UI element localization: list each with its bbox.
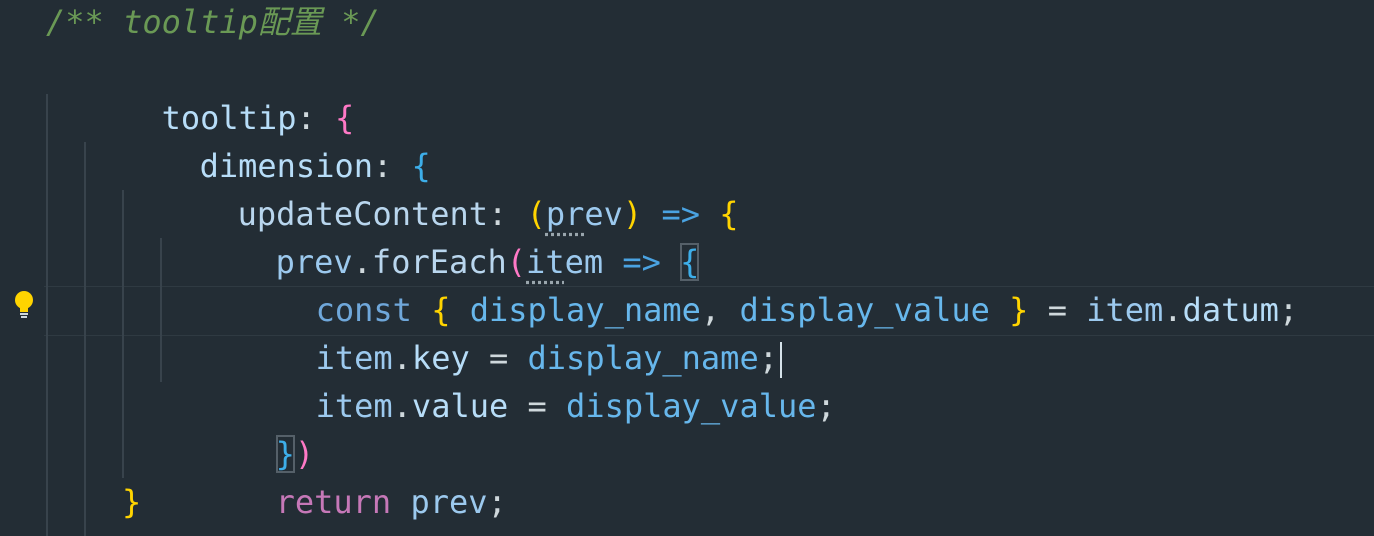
code-line-3[interactable]: dimension: { [0,94,1374,185]
code-line-8[interactable]: item.value = display_value; [0,334,1374,425]
code-text: const { display_name, display_value } = … [315,291,1299,329]
comment-text: /** tooltip配置 */ [46,3,380,41]
code-text: return prev; [275,483,507,521]
code-text: item.value = display_value; [315,387,836,425]
code-line-1[interactable]: /** tooltip配置 */ [0,0,1374,46]
code-text: } [122,483,142,521]
code-text: tooltip: { [161,99,355,137]
code-text: dimension: { [199,147,431,185]
code-text: prev.forEach(item => { [275,243,700,281]
code-line-11[interactable]: } [0,478,1374,526]
code-editor[interactable]: /** tooltip配置 */ tooltip: { dimension: {… [0,0,1374,536]
code-text: }) [275,435,315,473]
code-line-5[interactable]: prev.forEach(item => { [0,190,1374,281]
code-line-9[interactable]: }) [0,382,1374,473]
code-line-7[interactable]: item.key = display_name; [0,286,1374,378]
code-line-10[interactable]: return prev; [0,430,1374,521]
code-text: updateContent: (prev) => { [237,195,739,233]
code-line-6[interactable]: const { display_name, display_value } = … [0,238,1374,329]
code-line-4[interactable]: updateContent: (prev) => { [0,142,1374,233]
code-line-2[interactable]: tooltip: { [0,46,1374,137]
code-text: item.key = display_name; [200,286,782,378]
